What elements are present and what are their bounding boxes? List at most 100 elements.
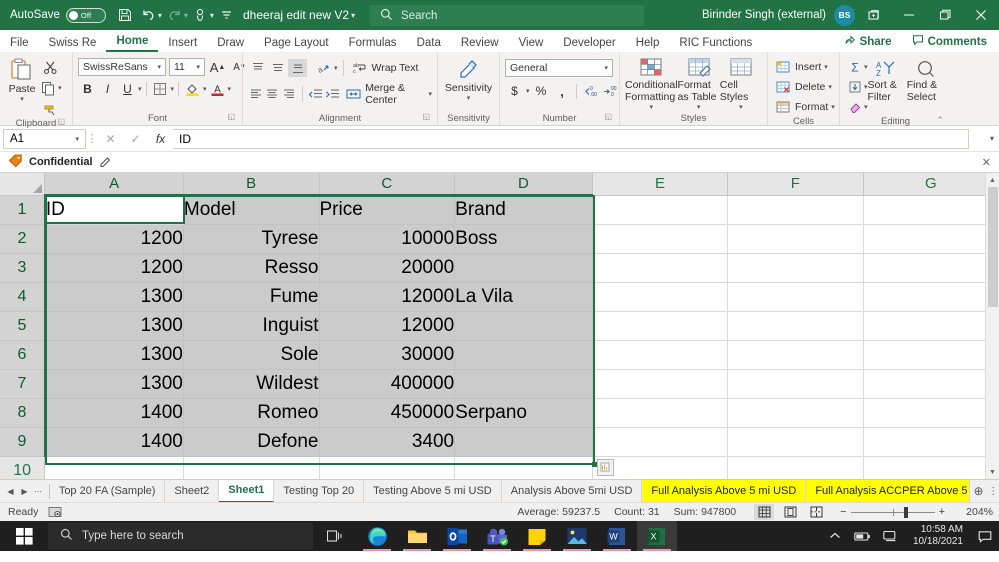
cell-c5[interactable]: 12000 xyxy=(319,311,456,341)
sensitivity-button[interactable]: Sensitivity ▾ xyxy=(443,55,494,102)
share-button[interactable]: Share xyxy=(838,33,898,50)
cell-g6[interactable] xyxy=(863,340,999,370)
cell-b7[interactable]: Wildest xyxy=(183,369,320,399)
zoom-slider[interactable]: − + xyxy=(840,506,945,518)
align-left-icon[interactable] xyxy=(248,85,264,103)
clear-button[interactable]: ▾ xyxy=(845,98,868,116)
customize-quick-access-toolbar-icon[interactable] xyxy=(216,4,238,26)
sticky-notes-icon[interactable] xyxy=(517,521,557,551)
cell-f7[interactable] xyxy=(727,369,864,399)
cell-a4[interactable]: 1300 xyxy=(44,282,184,312)
autosave-switch[interactable]: Off xyxy=(65,7,106,23)
zoom-out-button[interactable]: − xyxy=(840,506,846,518)
cell-styles-dropdown-icon[interactable]: ▾ xyxy=(739,103,743,111)
column-header-b[interactable]: B xyxy=(183,173,320,196)
increase-decimal-icon[interactable]: 0.00 xyxy=(581,82,600,100)
scrollbar-thumb[interactable] xyxy=(988,187,998,307)
all-sheets-icon[interactable]: ⋯ xyxy=(32,487,45,496)
tab-swiss-re[interactable]: Swiss Re xyxy=(39,36,107,52)
maximize-icon[interactable] xyxy=(927,0,963,30)
avatar[interactable]: BS xyxy=(834,4,855,26)
battery-icon[interactable] xyxy=(849,531,877,542)
search-box[interactable]: Search xyxy=(370,5,644,26)
confirm-icon[interactable]: ✓ xyxy=(123,129,148,149)
tab-file[interactable]: File xyxy=(0,36,39,52)
cell-e7[interactable] xyxy=(592,369,729,399)
row-header-1[interactable]: 1 xyxy=(0,195,46,225)
underline-dropdown-icon[interactable]: ▾ xyxy=(138,85,142,93)
cell-b9[interactable]: Defone xyxy=(183,427,320,457)
undo-dropdown-icon[interactable]: ▾ xyxy=(158,11,162,20)
cell-a10[interactable] xyxy=(44,456,184,479)
task-view-icon[interactable] xyxy=(313,529,357,543)
network-icon[interactable] xyxy=(877,530,905,542)
sheet-tab-analysis-above-5mi-usd[interactable]: Analysis Above 5mi USD xyxy=(502,480,643,502)
select-all-corner[interactable] xyxy=(0,173,46,196)
cell-c8[interactable]: 450000 xyxy=(319,398,456,428)
scroll-down-icon[interactable]: ▼ xyxy=(986,465,999,479)
cell-a3[interactable]: 1200 xyxy=(44,253,184,283)
cell-d1[interactable]: Brand xyxy=(454,195,593,225)
bold-button[interactable]: B xyxy=(78,80,97,98)
cell-e2[interactable] xyxy=(592,224,729,254)
name-box[interactable]: A1 ▾ xyxy=(3,128,86,149)
cell-e9[interactable] xyxy=(592,427,729,457)
document-title[interactable]: dheeraj edit new V2 ▾ xyxy=(243,0,355,30)
cell-b10[interactable] xyxy=(183,456,320,479)
tab-insert[interactable]: Insert xyxy=(158,36,207,52)
column-header-g[interactable]: G xyxy=(863,173,999,196)
comments-button[interactable]: Comments xyxy=(906,33,993,50)
wrap-text-button[interactable]: ab c Wrap Text xyxy=(349,59,419,77)
cell-e6[interactable] xyxy=(592,340,729,370)
font-size-input[interactable]: 11 ▾ xyxy=(169,58,205,76)
minimize-icon[interactable] xyxy=(891,0,927,30)
underline-button[interactable]: U xyxy=(118,80,137,98)
cell-a7[interactable]: 1300 xyxy=(44,369,184,399)
insert-cells-button[interactable]: Insert ▾ xyxy=(773,58,828,76)
cell-b1[interactable]: Model xyxy=(183,195,320,225)
touch-mode-dropdown-icon[interactable]: ▾ xyxy=(210,11,214,20)
cell-d5[interactable] xyxy=(454,311,593,341)
previous-sheet-icon[interactable]: ◀ xyxy=(4,487,17,496)
delete-cells-dropdown-icon[interactable]: ▾ xyxy=(828,83,832,91)
cell-b8[interactable]: Romeo xyxy=(183,398,320,428)
cell-g1[interactable] xyxy=(863,195,999,225)
save-icon[interactable] xyxy=(114,4,136,26)
tab-home[interactable]: Home xyxy=(106,34,159,52)
font-color-dropdown-icon[interactable]: ▾ xyxy=(228,85,232,93)
quick-analysis-button[interactable] xyxy=(597,459,614,476)
currency-format-button[interactable]: $ xyxy=(505,82,524,100)
cell-a8[interactable]: 1400 xyxy=(44,398,184,428)
add-sheet-icon[interactable]: ⊕ xyxy=(970,484,988,498)
font-dialog-launcher[interactable]: ◱ xyxy=(227,112,235,121)
conditional-formatting-button[interactable]: Conditional Formatting ▾ xyxy=(625,57,678,111)
cell-c10[interactable] xyxy=(319,456,456,479)
cell-f4[interactable] xyxy=(727,282,864,312)
increase-indent-icon[interactable] xyxy=(324,85,340,103)
format-painter-icon[interactable] xyxy=(41,100,60,118)
sheet-tab-top-20-fa-sample[interactable]: Top 20 FA (Sample) xyxy=(50,480,166,502)
number-format-dropdown-icon[interactable]: ▾ xyxy=(604,64,608,72)
cell-a6[interactable]: 1300 xyxy=(44,340,184,370)
cell-b4[interactable]: Fume xyxy=(183,282,320,312)
cell-b3[interactable]: Resso xyxy=(183,253,320,283)
cell-d4[interactable]: La Vila xyxy=(454,282,593,312)
cell-f3[interactable] xyxy=(727,253,864,283)
merge-center-button[interactable]: Merge & Center ▾ xyxy=(346,82,432,106)
insert-cells-dropdown-icon[interactable]: ▾ xyxy=(824,63,828,71)
cancel-icon[interactable]: ✕ xyxy=(98,129,123,149)
zoom-thumb[interactable] xyxy=(903,506,908,518)
insert-function-icon[interactable]: fx xyxy=(148,129,173,149)
borders-dropdown-icon[interactable]: ▾ xyxy=(171,85,175,93)
format-as-table-dropdown-icon[interactable]: ▾ xyxy=(697,103,701,111)
vertical-scrollbar[interactable]: ▲ ▼ xyxy=(985,173,999,479)
cell-g7[interactable] xyxy=(863,369,999,399)
sensitivity-dropdown-icon[interactable]: ▾ xyxy=(467,94,471,102)
paste-button[interactable]: Paste ▾ xyxy=(5,55,39,103)
cell-g9[interactable] xyxy=(863,427,999,457)
zoom-in-button[interactable]: + xyxy=(939,506,945,518)
name-box-dropdown-icon[interactable]: ▾ xyxy=(75,135,79,143)
zoom-track[interactable] xyxy=(850,506,935,518)
spreadsheet-grid[interactable]: A B C D E F G 1 ID Model Price Brand 2 1… xyxy=(0,173,999,479)
font-color-icon[interactable]: A xyxy=(208,80,227,98)
